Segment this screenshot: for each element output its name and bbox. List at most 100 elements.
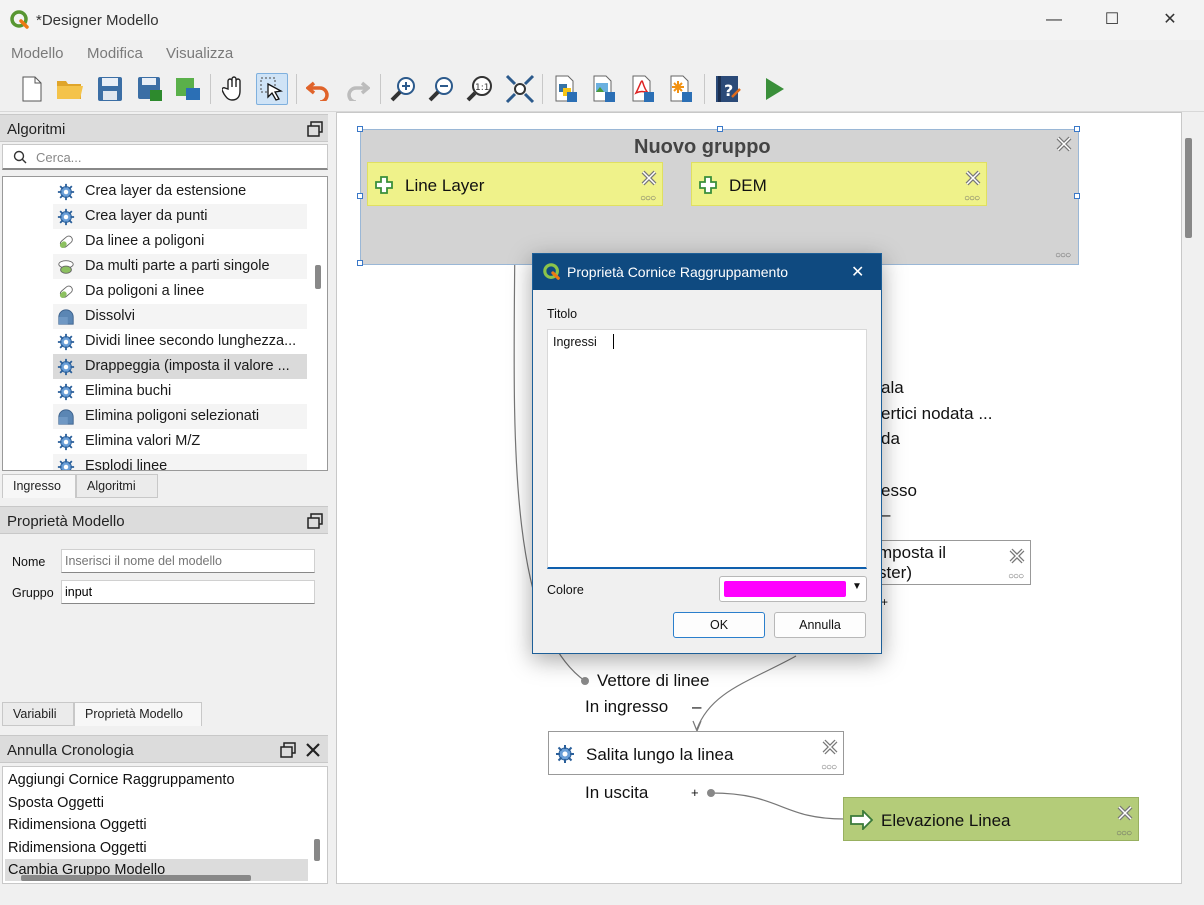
export-pdf-icon[interactable] bbox=[627, 73, 659, 105]
title-textarea[interactable]: Ingressi bbox=[547, 329, 867, 569]
gear-icon bbox=[57, 383, 75, 401]
menu-modello[interactable]: Modello bbox=[11, 45, 64, 62]
toolbar: 1:1 ? bbox=[0, 66, 1204, 112]
cancel-button[interactable]: Annulla bbox=[774, 612, 866, 638]
remove-node-icon[interactable] bbox=[964, 169, 982, 187]
select-arrow-icon[interactable] bbox=[256, 73, 288, 105]
algorithm-item[interactable]: Crea layer da punti bbox=[53, 204, 307, 229]
node-more-icon[interactable]: ○○○ bbox=[1008, 571, 1024, 582]
help-icon[interactable]: ? bbox=[712, 73, 744, 105]
algorithm-item[interactable]: Esplodi linee bbox=[53, 454, 307, 470]
inputs-collapse-toggle[interactable]: – bbox=[692, 697, 701, 717]
algorithm-item[interactable]: Da poligoni a linee bbox=[53, 279, 307, 304]
algorithm-tree-scrollbar[interactable] bbox=[315, 265, 321, 289]
canvas-vscroll[interactable] bbox=[1185, 138, 1192, 238]
color-swatch bbox=[724, 581, 846, 597]
remove-node-icon[interactable] bbox=[1008, 547, 1026, 565]
algorithm-search-input[interactable]: Cerca... bbox=[2, 144, 328, 170]
node-more-icon[interactable]: ○○○ bbox=[821, 762, 837, 773]
algorithm-item-label: Da multi parte a parti singole bbox=[85, 258, 270, 274]
node-more-icon[interactable]: ○○○ bbox=[640, 193, 656, 204]
pan-hand-icon[interactable] bbox=[218, 73, 250, 105]
close-button[interactable]: ✕ bbox=[1155, 6, 1185, 34]
text-cursor bbox=[613, 334, 614, 349]
minimize-button[interactable]: — bbox=[1039, 6, 1069, 34]
history-vscroll[interactable] bbox=[314, 839, 320, 861]
open-model-icon[interactable] bbox=[54, 73, 86, 105]
float-panel-icon[interactable] bbox=[307, 121, 323, 137]
history-hscroll[interactable] bbox=[21, 875, 251, 881]
history-item[interactable]: Ridimensiona Oggetti bbox=[5, 837, 308, 859]
export-svg-icon[interactable] bbox=[665, 73, 697, 105]
history-item[interactable]: Aggiungi Cornice Raggruppamento bbox=[5, 769, 308, 791]
run-model-icon[interactable] bbox=[758, 73, 790, 105]
remove-node-icon[interactable] bbox=[1116, 804, 1134, 822]
remove-node-icon[interactable] bbox=[821, 738, 839, 756]
input-node-label: DEM bbox=[729, 176, 767, 195]
float-panel-icon[interactable] bbox=[280, 742, 296, 758]
algorithm-item[interactable]: Da multi parte a parti singole bbox=[53, 254, 307, 279]
algorithm-tree[interactable]: Crea layer da estensione Crea layer da pu… bbox=[2, 176, 328, 471]
hidden-param-text: da bbox=[881, 429, 900, 448]
input-node-line-layer[interactable]: Line Layer ○○○ bbox=[367, 162, 663, 206]
redo-icon[interactable] bbox=[341, 73, 373, 105]
hidden-node-label: ster) bbox=[878, 563, 912, 582]
outputs-expand-toggle[interactable]: + bbox=[691, 785, 699, 800]
hidden-output-toggle[interactable]: + bbox=[881, 595, 888, 609]
algorithm-node-salita[interactable]: Salita lungo la linea ○○○ bbox=[548, 731, 844, 775]
hidden-algorithm-node[interactable]: mposta il ster) ○○○ bbox=[877, 540, 1031, 585]
algorithm-item[interactable]: Dissolvi bbox=[53, 304, 307, 329]
close-panel-icon[interactable] bbox=[305, 742, 321, 758]
algorithm-item-label: Da linee a poligoni bbox=[85, 233, 205, 249]
maximize-button[interactable]: ☐ bbox=[1097, 6, 1127, 34]
history-item[interactable]: Ridimensiona Oggetti bbox=[5, 814, 308, 836]
title-field-label: Titolo bbox=[547, 307, 578, 321]
chevron-down-icon[interactable]: ▼ bbox=[852, 581, 862, 592]
remove-node-icon[interactable] bbox=[640, 169, 658, 187]
menu-modifica[interactable]: Modifica bbox=[87, 45, 143, 62]
algorithm-item[interactable]: Elimina valori M/Z bbox=[53, 429, 307, 454]
node-more-icon[interactable]: ○○○ bbox=[1116, 828, 1132, 839]
algorithm-item[interactable]: Drappeggia (imposta il valore ... bbox=[53, 354, 307, 379]
tab-proprieta-modello[interactable]: Proprietà Modello bbox=[74, 702, 202, 726]
algorithm-item-label: Elimina valori M/Z bbox=[85, 433, 201, 449]
algorithm-item[interactable]: Crea layer da estensione bbox=[53, 179, 307, 204]
group-more-icon[interactable]: ○○○ bbox=[1055, 250, 1071, 261]
algorithm-item-label: Dividi linee secondo lunghezza... bbox=[85, 333, 297, 349]
history-item[interactable]: Sposta Oggetti bbox=[5, 792, 308, 814]
history-list[interactable]: Aggiungi Cornice Raggruppamento Sposta Og… bbox=[2, 766, 328, 884]
export-image-icon[interactable] bbox=[172, 73, 204, 105]
save-as-icon[interactable] bbox=[134, 73, 166, 105]
model-name-input[interactable] bbox=[61, 549, 315, 573]
export-python-icon[interactable] bbox=[550, 73, 582, 105]
ok-button[interactable]: OK bbox=[673, 612, 765, 638]
algorithm-item[interactable]: Elimina buchi bbox=[53, 379, 307, 404]
menu-visualizza[interactable]: Visualizza bbox=[166, 45, 233, 62]
title-textarea-value: Ingressi bbox=[553, 335, 597, 349]
zoom-in-icon[interactable] bbox=[388, 73, 420, 105]
zoom-full-icon[interactable] bbox=[504, 73, 536, 105]
algorithm-item[interactable]: Elimina poligoni selezionati bbox=[53, 404, 307, 429]
algorithm-item[interactable]: Da linee a poligoni bbox=[53, 229, 307, 254]
tab-variabili[interactable]: Variabili bbox=[2, 702, 74, 726]
node-more-icon[interactable]: ○○○ bbox=[964, 193, 980, 204]
input-node-dem[interactable]: DEM ○○○ bbox=[691, 162, 987, 206]
float-panel-icon[interactable] bbox=[307, 513, 323, 529]
remove-group-icon[interactable] bbox=[1055, 135, 1073, 153]
tab-ingresso[interactable]: Ingresso bbox=[2, 474, 76, 498]
model-group-input[interactable] bbox=[61, 580, 315, 604]
tab-algoritmi[interactable]: Algoritmi bbox=[76, 474, 158, 498]
menu-bar: Modello Modifica Visualizza bbox=[0, 40, 1204, 66]
new-model-icon[interactable] bbox=[16, 73, 48, 105]
hidden-param-toggle[interactable]: – bbox=[881, 505, 890, 525]
export-image-file-icon[interactable] bbox=[588, 73, 620, 105]
algorithm-item[interactable]: Dividi linee secondo lunghezza... bbox=[53, 329, 307, 354]
qgis-logo-icon bbox=[10, 10, 29, 29]
save-model-icon[interactable] bbox=[94, 73, 126, 105]
zoom-actual-icon[interactable]: 1:1 bbox=[464, 73, 496, 105]
undo-icon[interactable] bbox=[303, 73, 335, 105]
output-node-elevazione[interactable]: Elevazione Linea ○○○ bbox=[843, 797, 1139, 841]
color-picker-button[interactable]: ▼ bbox=[719, 576, 867, 602]
zoom-out-icon[interactable] bbox=[426, 73, 458, 105]
dialog-close-button[interactable]: ✕ bbox=[851, 262, 864, 282]
